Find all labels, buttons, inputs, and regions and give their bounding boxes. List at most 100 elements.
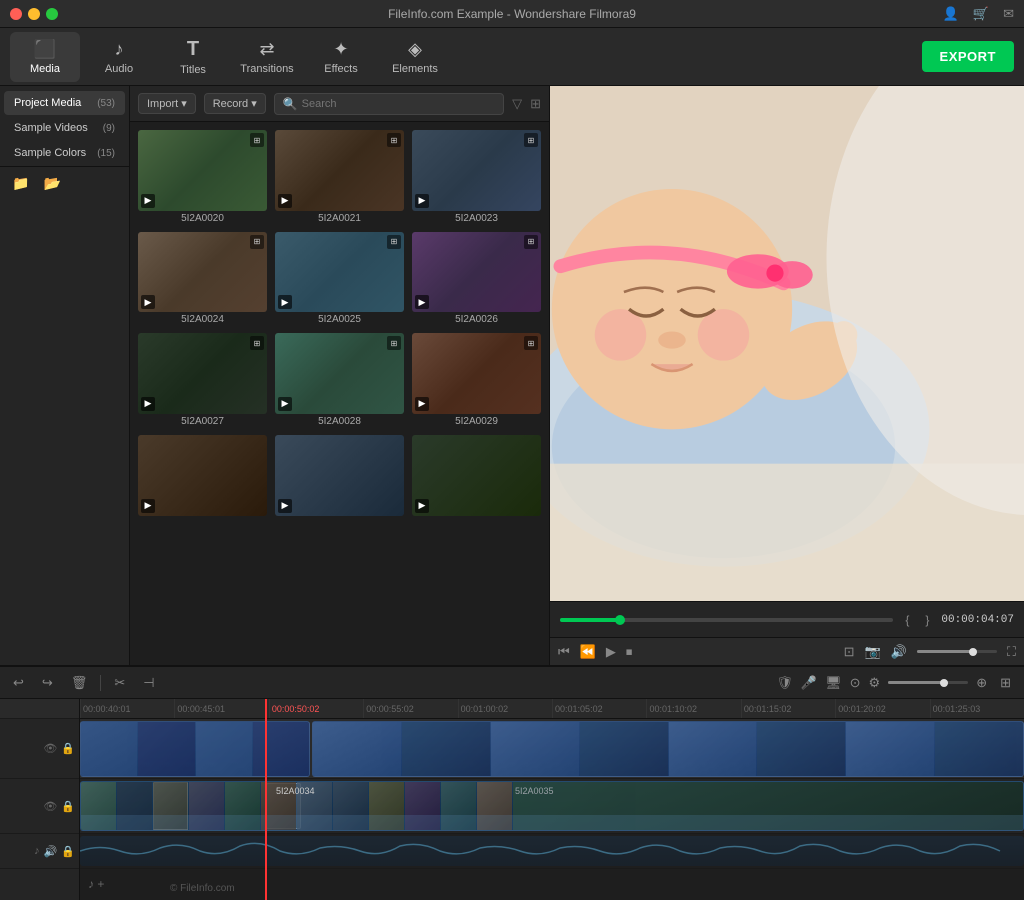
close-button[interactable] [10, 8, 22, 20]
delete-button[interactable]: 🗑 [66, 673, 93, 693]
play-icon[interactable]: ▶ [606, 644, 616, 660]
media-item-5I2A0027[interactable]: ▶ ⊞ 5I2A0027 [138, 333, 267, 427]
nav-effects[interactable]: ✦ Effects [306, 32, 376, 82]
ruler-marks: 00:00:40:01 00:00:45:01 00:00:50:02 00:0… [80, 699, 1024, 719]
zoom-slider[interactable] [888, 681, 968, 684]
monitor-icon[interactable]: 🖥 [825, 675, 842, 691]
maximize-button[interactable] [46, 8, 58, 20]
media-item-5I2A0024[interactable]: ▶ ⊞ 5I2A0024 [138, 232, 267, 326]
timeline-area: ↩ ↪ 🗑 ✂ ⊣ 🛡 🎤 🖥 ⊙ ⚙ ⊕ ⊞ [0, 665, 1024, 900]
redo-button[interactable]: ↪ [37, 673, 58, 693]
progress-bar[interactable] [560, 618, 893, 622]
mail-icon[interactable]: ✉ [1003, 6, 1014, 22]
step-back-icon[interactable]: ⏪ [580, 644, 596, 660]
video-icon: ▶ [415, 397, 429, 411]
media-item-5I2A0021[interactable]: ▶ ⊞ 5I2A0021 [275, 130, 404, 224]
nav-transitions[interactable]: ⇄ Transitions [232, 32, 302, 82]
timeline-footer: © FileInfo.com ♪ + [80, 869, 1024, 900]
media-item-label: 5I2A0025 [275, 314, 404, 325]
media-item-label: 5I2A0024 [138, 314, 267, 325]
minimize-button[interactable] [28, 8, 40, 20]
camera-icon[interactable]: 📷 [865, 644, 881, 660]
media-item-5I2A0026[interactable]: ▶ ⊞ 5I2A0026 [412, 232, 541, 326]
playhead-v2 [265, 779, 267, 833]
stop-icon[interactable]: ⏹ [626, 644, 633, 660]
shield-icon[interactable]: 🛡 [776, 675, 793, 691]
titlebar-icons: 👤 🛒 ✉ [943, 6, 1014, 22]
media-item-5I2A0028[interactable]: ▶ ⊞ 5I2A0028 [275, 333, 404, 427]
audio-track [80, 834, 1024, 869]
search-input[interactable] [302, 98, 495, 110]
export-button[interactable]: EXPORT [922, 41, 1014, 72]
track-label-video2: 👁 🔒 [0, 779, 79, 834]
nav-elements[interactable]: ◈ Elements [380, 32, 450, 82]
screen-icon[interactable]: ⊡ [844, 644, 855, 660]
eye-icon-v2[interactable]: 👁 [43, 800, 57, 813]
add-track-button[interactable]: ♪ + [88, 877, 104, 891]
nav-effects-label: Effects [324, 63, 357, 75]
lock-icon-v2[interactable]: 🔒 [61, 800, 75, 813]
media-item-5I2A0025[interactable]: ▶ ⊞ 5I2A0025 [275, 232, 404, 326]
add-folder-button[interactable]: 📁 [8, 173, 33, 194]
cart-icon[interactable]: 🛒 [973, 6, 989, 22]
volume-slider[interactable] [917, 650, 997, 653]
sidebar-item-sample-videos[interactable]: Sample Videos (9) [4, 116, 125, 140]
preview-image [550, 86, 1024, 601]
media-item-partial2[interactable]: ▶ [275, 435, 404, 516]
media-item-partial1[interactable]: ▶ [138, 435, 267, 516]
filter-icon[interactable]: ▽ [512, 96, 522, 112]
import-button[interactable]: Import ▾ [138, 93, 196, 114]
music-icon[interactable]: ♪ [34, 845, 40, 857]
traffic-lights [10, 8, 58, 20]
sidebar-item-project-media[interactable]: Project Media (53) [4, 91, 125, 115]
media-item-partial3[interactable]: ▶ [412, 435, 541, 516]
volume-icon[interactable]: 🔊 [891, 644, 907, 660]
eye-icon[interactable]: 👁 [43, 742, 57, 755]
nav-audio[interactable]: ♪ Audio [84, 32, 154, 82]
lock-icon-v1[interactable]: 🔒 [61, 742, 75, 755]
video-icon: ▶ [415, 194, 429, 208]
settings-icon[interactable]: ⚙ [869, 675, 881, 691]
nav-media[interactable]: ⬛ Media [10, 32, 80, 82]
copyright: © FileInfo.com [170, 883, 235, 894]
fullscreen-icon[interactable]: ⛶ [1007, 644, 1016, 660]
split-button[interactable]: ⊣ [138, 673, 159, 693]
cut-button[interactable]: ✂ [109, 673, 130, 693]
video-icon: ▶ [278, 194, 292, 208]
clip-label-5I2A0034: 5I2A0034 [276, 786, 315, 796]
undo-button[interactable]: ↩ [8, 673, 29, 693]
user-icon[interactable]: 👤 [943, 6, 959, 22]
zoom-in-icon[interactable]: ⊕ [976, 675, 987, 691]
app-title: FileInfo.com Example - Wondershare Filmo… [388, 7, 636, 21]
clip-corner-icon: ⊞ [387, 235, 401, 249]
audio-clip[interactable] [80, 836, 1024, 866]
mic-icon[interactable]: 🎤 [801, 675, 817, 691]
clip-v1-2[interactable] [312, 721, 1024, 777]
new-folder-button[interactable]: 📂 [39, 173, 64, 194]
nav-transitions-label: Transitions [240, 63, 293, 75]
clip-v2-main[interactable]: 5I2A0034 [80, 781, 1024, 831]
track-label-audio: ♪ 🔊 🔒 [0, 834, 79, 869]
media-item-5I2A0020[interactable]: ▶ ⊞ 5I2A0020 [138, 130, 267, 224]
grid-view-icon[interactable]: ⊞ [530, 96, 541, 112]
video-icon: ▶ [141, 397, 155, 411]
lock-icon-a[interactable]: 🔒 [61, 845, 75, 858]
media-item-5I2A0029[interactable]: ▶ ⊞ 5I2A0029 [412, 333, 541, 427]
record-button[interactable]: Record ▾ [204, 93, 266, 114]
nav-titles[interactable]: T Titles [158, 32, 228, 82]
volume-icon-a[interactable]: 🔊 [44, 845, 58, 858]
video-icon: ▶ [415, 499, 429, 513]
titlebar: FileInfo.com Example - Wondershare Filmo… [0, 0, 1024, 28]
waveform [81, 815, 1023, 830]
timeline-toolbar: ↩ ↪ 🗑 ✂ ⊣ 🛡 🎤 🖥 ⊙ ⚙ ⊕ ⊞ [0, 667, 1024, 699]
record-circle-icon[interactable]: ⊙ [850, 675, 861, 691]
skip-back-icon[interactable]: ⏮ [558, 644, 570, 660]
sidebar-project-media-count: (53) [97, 98, 115, 109]
sidebar-item-sample-colors[interactable]: Sample Colors (15) [4, 141, 125, 165]
clip-v1-1[interactable] [80, 721, 310, 777]
ruler-mark-0: 00:00:40:01 [80, 699, 174, 719]
media-item-5I2A0023[interactable]: ▶ ⊞ 5I2A0023 [412, 130, 541, 224]
volume-fill [917, 650, 977, 653]
add-media-button[interactable]: ⊞ [995, 673, 1016, 693]
track-label-video1: 👁 🔒 [0, 719, 79, 779]
